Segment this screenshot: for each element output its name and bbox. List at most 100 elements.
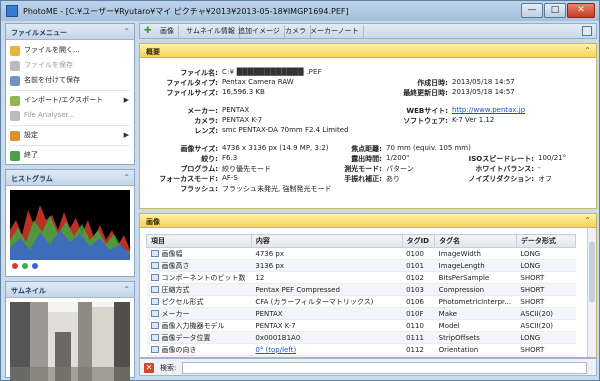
row-item-label: 画像幅 xyxy=(161,249,183,258)
close-button[interactable]: ✕ xyxy=(567,3,595,18)
row-item-label: メーカー xyxy=(161,309,190,318)
focal-length-label: 焦点距離: xyxy=(351,145,382,153)
row-item-label: 圧縮方式 xyxy=(161,285,190,294)
collapse-icon[interactable]: ⌃ xyxy=(123,285,130,294)
tab-maker-note[interactable]: メーカーノート xyxy=(306,25,364,38)
column-header-item[interactable]: 項目 xyxy=(146,234,252,248)
maker-label: メーカー: xyxy=(187,107,218,115)
table-header-row: 項目 内容 タグID タグ名 データ形式 xyxy=(146,234,577,248)
camera-label: カメラ: xyxy=(194,117,218,125)
tab-thumbnail-info[interactable]: サムネイル情報 xyxy=(182,25,240,38)
table-cell: LONG xyxy=(516,247,576,260)
column-header-tag-name[interactable]: タグ名 xyxy=(434,234,517,248)
column-header-data-type[interactable]: データ形式 xyxy=(515,234,577,248)
row-item-icon xyxy=(150,346,159,353)
file-menu-item[interactable]: ファイルを保存 xyxy=(6,58,134,73)
file-menu-item[interactable]: File Analyser... xyxy=(6,108,134,123)
table-cell: 画像データ位置 xyxy=(146,331,252,344)
orientation-link[interactable]: 0° (top/left) xyxy=(255,346,296,354)
blue-channel-toggle[interactable] xyxy=(32,263,39,269)
table-cell: 0101 xyxy=(402,259,435,272)
table-cell: StripOffsets xyxy=(434,331,517,344)
close-search-icon[interactable]: ✕ xyxy=(144,363,154,373)
row-item-icon xyxy=(150,322,159,329)
collapse-icon[interactable]: ⌃ xyxy=(584,46,591,55)
software-value: K-7 Ver 1.12 xyxy=(452,116,495,124)
search-label: 検索: xyxy=(160,364,177,372)
table-cell: ピクセル形式 xyxy=(146,295,252,308)
column-header-tag-id[interactable]: タグID xyxy=(401,234,436,248)
app-window: PhotoME - [C:¥ユーザー¥Ryutaro¥マイ ピクチャ¥2013¥… xyxy=(0,0,600,381)
table-row[interactable]: 画像入力機器モデル PENTAX K-7 0110 Model ASCII(20) xyxy=(146,319,576,332)
search-input[interactable] xyxy=(182,362,587,374)
table-cell: 4736 px xyxy=(251,247,403,260)
file-type-value: Pentax Camera RAW xyxy=(222,78,294,86)
table-cell: Model xyxy=(434,319,517,332)
vertical-scrollbar[interactable] xyxy=(587,228,596,357)
image-section-header: 画像 ⌃ xyxy=(140,214,596,228)
table-cell: コンポーネントのビット数 xyxy=(146,271,252,284)
table-cell: 0111 xyxy=(402,331,435,344)
table-cell: 010F xyxy=(402,307,435,320)
tab-image[interactable]: 画像 xyxy=(156,25,179,38)
table-cell: ImageWidth xyxy=(434,247,517,260)
image-size-label: 画像サイズ: xyxy=(180,145,218,153)
scrollbar-thumb[interactable] xyxy=(589,242,595,302)
focus-mode-label: フォーカスモード: xyxy=(159,175,218,183)
table-row[interactable]: メーカー PENTAX 010F Make ASCII(20) xyxy=(146,307,576,320)
collapse-icon[interactable]: ⌃ xyxy=(123,27,130,36)
website-link[interactable]: http://www.pentax.jp xyxy=(452,106,525,114)
camera-value: PENTAX K-7 xyxy=(222,116,263,124)
table-cell: LONG xyxy=(516,331,576,344)
tab-additional-images[interactable]: 追加イメージ xyxy=(234,25,285,38)
save-as-icon xyxy=(10,76,20,86)
add-tab-icon[interactable]: ✚ xyxy=(144,26,152,36)
iso-value: 100/21° xyxy=(538,154,567,162)
table-row[interactable]: 画像幅 4736 px 0100 ImageWidth LONG xyxy=(146,247,576,260)
red-channel-toggle[interactable] xyxy=(12,263,18,269)
shake-reduction-label: 手振れ補正: xyxy=(344,175,382,183)
table-cell: PENTAX xyxy=(251,307,403,320)
maximize-button[interactable]: □ xyxy=(544,3,566,18)
table-row[interactable]: 画像高さ 3136 px 0101 ImageLength LONG xyxy=(146,259,576,272)
row-item-icon xyxy=(150,334,159,341)
exposure-label: 露出時間: xyxy=(351,155,382,163)
table-cell: 画像の向き xyxy=(146,343,252,356)
focal-length-value: 70 mm (equiv. 105 mm) xyxy=(386,144,471,152)
collapse-icon[interactable]: ⌃ xyxy=(123,173,130,182)
summary-header: 概要 ⌃ xyxy=(140,44,596,58)
table-cell: 圧縮方式 xyxy=(146,283,252,296)
table-row[interactable]: ピクセル形式 CFA (カラーフィルターマトリックス) 0106 Photometri… xyxy=(146,295,576,308)
layout-icon[interactable] xyxy=(582,26,592,36)
file-menu-header: ファイルメニュー ⌃ xyxy=(6,24,134,40)
file-menu-item[interactable]: 設定 ▶ xyxy=(6,128,134,143)
table-row[interactable]: コンポーネントのビット数 12 0102 BitsPerSample SHORT xyxy=(146,271,576,284)
app-icon xyxy=(6,5,18,17)
green-channel-toggle[interactable] xyxy=(22,263,29,269)
software-label: ソフトウェア: xyxy=(403,117,448,125)
created-value: 2013/05/18 14:57 xyxy=(452,78,515,86)
collapse-icon[interactable]: ⌃ xyxy=(584,216,591,225)
folder-open-icon xyxy=(10,46,20,56)
table-row[interactable]: 画像データ位置 0x0001B1A0 0111 StripOffsets LONG xyxy=(146,331,576,344)
thumbnail-image xyxy=(10,302,130,381)
maker-value: PENTAX xyxy=(222,106,250,114)
summary-section: 概要 ⌃ ファイル名: C:¥ ████████████ .PEF ファイルタイ… xyxy=(139,43,597,209)
table-cell: Pentax PEF Compressed xyxy=(251,283,403,296)
file-menu-item[interactable]: ファイルを開く... xyxy=(6,43,134,58)
row-item-label: ピクセル形式 xyxy=(161,297,204,306)
column-header-content[interactable]: 内容 xyxy=(250,234,403,248)
summary-title: 概要 xyxy=(146,48,160,56)
white-balance-value: - xyxy=(538,164,541,172)
file-menu-list: ファイルを開く... ファイルを保存 名前を付けて保存 インポート/エクスポート ▶ Fi… xyxy=(6,40,134,163)
file-menu-item[interactable]: 名前を付けて保存 xyxy=(6,73,134,88)
file-name-value: C:¥ ████████████ .PEF xyxy=(222,68,322,76)
minimize-button[interactable]: — xyxy=(521,3,543,18)
table-row[interactable]: 圧縮方式 Pentax PEF Compressed 0103 Compression… xyxy=(146,283,576,296)
aperture-value: F6.3 xyxy=(222,154,238,162)
file-menu-item[interactable]: 終了 xyxy=(6,148,134,163)
table-cell: SHORT xyxy=(516,283,576,296)
file-menu-item[interactable]: インポート/エクスポート ▶ xyxy=(6,93,134,108)
table-row[interactable]: 画像の向き 0° (top/left) 0112 Orientation SHORT xyxy=(146,343,576,356)
row-item-icon xyxy=(150,310,159,317)
